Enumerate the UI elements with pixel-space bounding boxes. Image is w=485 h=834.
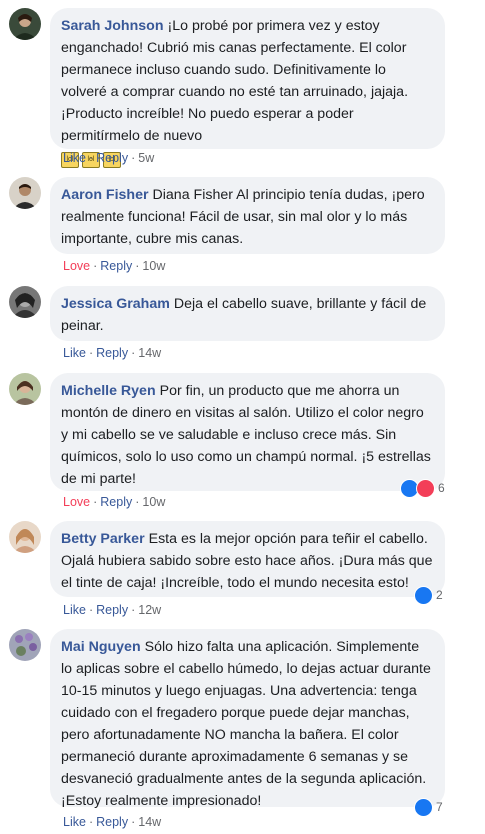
reaction-summary[interactable]: 6 [400, 478, 445, 498]
like-icon [414, 585, 433, 605]
timestamp[interactable]: 5w [138, 151, 154, 165]
comment-actions: Love · Reply · 10w [63, 495, 166, 509]
reaction-summary[interactable]: 7 [414, 797, 443, 817]
comment-actions: Like · Reply · 12w [63, 603, 162, 617]
love-link[interactable]: Love [63, 495, 90, 509]
like-link[interactable]: Like [63, 815, 86, 829]
reply-link[interactable]: Reply [96, 815, 128, 829]
comment-bubble: Mai Nguyen Sólo hizo falta una aplicación… [50, 629, 445, 809]
reaction-count: 6 [438, 481, 445, 495]
avatar[interactable] [9, 177, 41, 209]
timestamp[interactable]: 14w [138, 346, 161, 360]
commenter-name[interactable]: Betty Parker [61, 531, 145, 547]
comment-actions: Like · Reply · 5w [63, 151, 155, 165]
reply-link[interactable]: Reply [96, 346, 128, 360]
comment-text: Sólo hizo falta una aplicación. Simpleme… [61, 639, 431, 809]
comment-bubble: Sarah Johnson ¡Lo probé por primera vez y… [50, 8, 445, 169]
comment-actions: Like · Reply · 14w [63, 346, 162, 360]
avatar[interactable] [9, 8, 41, 40]
like-link[interactable]: Like [63, 151, 86, 165]
reply-link[interactable]: Reply [96, 603, 128, 617]
reply-link[interactable]: Reply [100, 259, 132, 273]
comment-actions: Love · Reply · 10w [63, 259, 166, 273]
comment-actions: Like · Reply · 14w [63, 815, 162, 829]
reaction-summary[interactable]: 2 [414, 585, 443, 605]
love-icon [416, 478, 435, 498]
comment-text: ¡Lo probé por primera vez y estoy enganc… [61, 18, 409, 144]
reaction-count: 2 [436, 588, 443, 602]
reply-link[interactable]: Reply [96, 151, 128, 165]
comment-bubble: Jessica Graham Deja el cabello suave, bri… [50, 286, 445, 341]
love-link[interactable]: Love [63, 259, 90, 273]
comment-bubble: Betty Parker Esta es la mejor opción para… [50, 521, 445, 597]
reply-link[interactable]: Reply [100, 495, 132, 509]
timestamp[interactable]: 10w [142, 495, 165, 509]
comment-bubble: Aaron Fisher Diana Fisher Al principio te… [50, 177, 445, 254]
avatar[interactable] [9, 629, 41, 661]
like-link[interactable]: Like [63, 346, 86, 360]
timestamp[interactable]: 14w [138, 815, 161, 829]
like-link[interactable]: Like [63, 603, 86, 617]
avatar[interactable] [9, 521, 41, 553]
commenter-name[interactable]: Jessica Graham [61, 296, 170, 312]
commenter-name[interactable]: Aaron Fisher [61, 187, 149, 203]
timestamp[interactable]: 12w [138, 603, 161, 617]
avatar[interactable] [9, 286, 41, 318]
like-icon [414, 797, 433, 817]
commenter-name[interactable]: Sarah Johnson [61, 18, 164, 34]
commenter-name[interactable]: Michelle Ryen [61, 383, 156, 399]
comment-bubble: Michelle Ryen Por fin, un producto que me… [50, 373, 445, 491]
avatar[interactable] [9, 373, 41, 405]
commenter-name[interactable]: Mai Nguyen [61, 639, 141, 655]
timestamp[interactable]: 10w [142, 259, 165, 273]
reaction-count: 7 [436, 800, 443, 814]
